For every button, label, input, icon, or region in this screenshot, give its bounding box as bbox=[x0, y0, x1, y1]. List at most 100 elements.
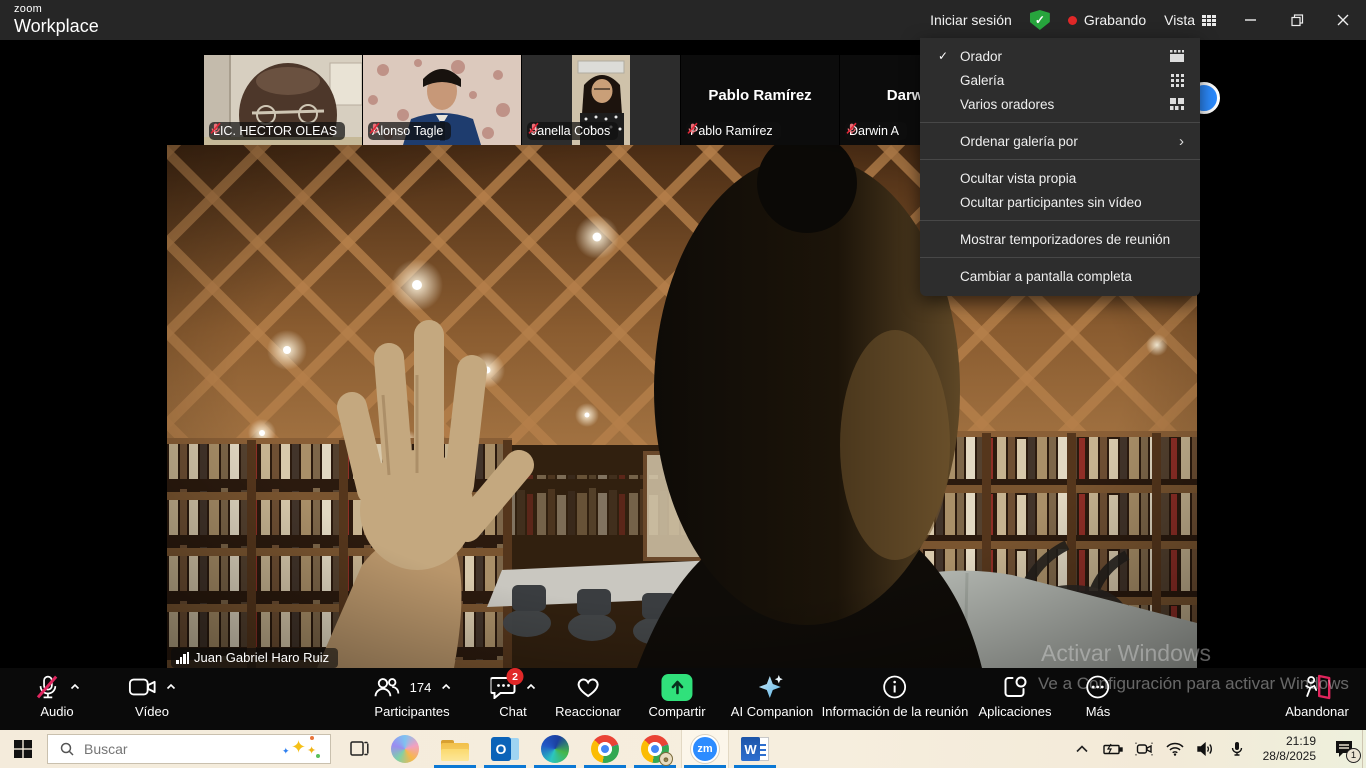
zoom-meeting-window: Juan Gabriel Haro Ruiz Activar Windows V… bbox=[0, 0, 1366, 768]
participants-label: Participantes bbox=[374, 704, 449, 719]
windows-logo-icon bbox=[14, 740, 32, 758]
taskbar-app-chrome-profile[interactable]: ☻ bbox=[631, 730, 679, 768]
taskbar-app-outlook[interactable]: O bbox=[481, 730, 529, 768]
participant-label: Alonso Tagle bbox=[368, 122, 451, 140]
close-button[interactable] bbox=[1320, 0, 1366, 40]
menu-separator bbox=[920, 220, 1200, 221]
system-tray: 21:19 28/8/2025 1 bbox=[1066, 730, 1366, 768]
audio-button[interactable]: Audio bbox=[35, 672, 80, 719]
tray-time: 21:19 bbox=[1252, 734, 1316, 749]
taskbar-app-word[interactable]: W bbox=[731, 730, 779, 768]
menu-item-multi-speaker-view[interactable]: Varios oradores bbox=[920, 92, 1200, 116]
action-center-button[interactable]: 1 bbox=[1322, 730, 1366, 768]
meeting-info-label: Información de la reunión bbox=[822, 704, 969, 719]
camera-in-use-icon[interactable] bbox=[1128, 730, 1159, 768]
muted-mic-icon bbox=[845, 122, 858, 135]
video-button[interactable]: Vídeo bbox=[129, 672, 176, 719]
meeting-info-button[interactable]: Información de la reunión bbox=[822, 672, 969, 719]
search-icon bbox=[60, 742, 74, 756]
search-input[interactable] bbox=[84, 741, 282, 757]
edge-icon bbox=[541, 735, 569, 763]
speaker-view-icon bbox=[1170, 50, 1184, 62]
copilot-icon bbox=[391, 735, 419, 763]
menu-item-label: Ocultar participantes sin vídeo bbox=[960, 195, 1142, 210]
chat-button[interactable]: 2 Chat bbox=[491, 672, 536, 719]
taskbar-search[interactable]: ✦ ✦ ✦ bbox=[47, 734, 331, 764]
word-icon: W bbox=[741, 736, 769, 762]
window-controls bbox=[1228, 0, 1366, 40]
audio-label: Audio bbox=[40, 704, 73, 719]
menu-item-hide-non-video[interactable]: Ocultar participantes sin vídeo bbox=[920, 190, 1200, 214]
activate-windows-watermark-line1: Activar Windows bbox=[1041, 640, 1211, 667]
chat-label: Chat bbox=[499, 704, 526, 719]
speaker-icon[interactable] bbox=[1190, 730, 1221, 768]
apps-icon bbox=[1002, 675, 1028, 699]
ai-companion-button[interactable]: AI Companion bbox=[731, 672, 813, 719]
menu-item-fullscreen[interactable]: Cambiar a pantalla completa bbox=[920, 264, 1200, 288]
participant-tile-pablo[interactable]: Pablo Ramírez Pablo Ramírez bbox=[681, 55, 839, 145]
tray-expand-button[interactable] bbox=[1066, 730, 1097, 768]
taskbar-app-edge[interactable] bbox=[531, 730, 579, 768]
view-menu-button[interactable]: Vista bbox=[1164, 12, 1216, 28]
zoom-app-icon: zm bbox=[691, 735, 719, 763]
encryption-shield-icon[interactable]: ✓ bbox=[1030, 10, 1050, 30]
react-button[interactable]: Reaccionar bbox=[555, 672, 621, 719]
video-label: Vídeo bbox=[135, 704, 169, 719]
participant-label: LIC. HECTOR OLEAS bbox=[209, 122, 345, 140]
active-speaker-label: Juan Gabriel Haro Ruiz bbox=[171, 648, 338, 668]
minimize-button[interactable] bbox=[1228, 0, 1274, 40]
menu-item-sort-gallery[interactable]: Ordenar galería por › bbox=[920, 129, 1200, 153]
recording-indicator[interactable]: Grabando bbox=[1068, 12, 1146, 28]
menu-item-show-timers[interactable]: Mostrar temporizadores de reunión bbox=[920, 227, 1200, 251]
audio-level-icon bbox=[176, 652, 189, 664]
participant-name: Janella Cobos bbox=[531, 124, 610, 138]
profile-avatar-badge: ☻ bbox=[659, 752, 673, 766]
audio-options-chevron[interactable] bbox=[71, 684, 80, 690]
chat-options-chevron[interactable] bbox=[527, 684, 536, 690]
participant-tile-alonso[interactable]: Alonso Tagle bbox=[363, 55, 521, 145]
battery-icon[interactable] bbox=[1097, 730, 1128, 768]
participant-name: LIC. HECTOR OLEAS bbox=[213, 124, 337, 138]
search-highlights-icon[interactable]: ✦ ✦ ✦ bbox=[282, 736, 322, 762]
participant-tile-hector[interactable]: LIC. HECTOR OLEAS bbox=[204, 55, 362, 145]
active-speaker-name: Juan Gabriel Haro Ruiz bbox=[194, 650, 329, 665]
menu-item-speaker-view[interactable]: ✓ Orador bbox=[920, 44, 1200, 68]
submenu-arrow-icon: › bbox=[1179, 133, 1184, 150]
start-button[interactable] bbox=[12, 738, 34, 760]
share-button[interactable]: Compartir bbox=[648, 672, 705, 719]
taskbar-app-explorer[interactable] bbox=[431, 730, 479, 768]
participants-icon bbox=[374, 675, 400, 699]
muted-mic-icon bbox=[35, 673, 61, 701]
menu-separator bbox=[920, 159, 1200, 160]
menu-item-label: Ordenar galería por bbox=[960, 134, 1078, 149]
recording-dot-icon bbox=[1068, 16, 1077, 25]
participants-options-chevron[interactable] bbox=[441, 684, 450, 690]
notification-count-badge: 1 bbox=[1346, 748, 1361, 763]
participant-tile-janella[interactable]: Janella Cobos bbox=[522, 55, 680, 145]
microphone-tray-icon[interactable] bbox=[1221, 730, 1252, 768]
view-grid-icon bbox=[1202, 15, 1216, 26]
ai-sparkle-icon bbox=[758, 674, 786, 700]
menu-item-label: Varios oradores bbox=[960, 97, 1054, 112]
tray-clock[interactable]: 21:19 28/8/2025 bbox=[1252, 734, 1322, 764]
show-desktop-button[interactable] bbox=[1362, 730, 1366, 768]
check-icon: ✓ bbox=[938, 49, 948, 63]
view-dropdown-menu: ✓ Orador Galería Varios oradores Ordenar… bbox=[920, 38, 1200, 296]
menu-item-hide-self-view[interactable]: Ocultar vista propia bbox=[920, 166, 1200, 190]
participant-name: Alonso Tagle bbox=[372, 124, 443, 138]
recording-label: Grabando bbox=[1084, 12, 1146, 28]
taskbar-app-zoom[interactable]: zm bbox=[681, 730, 729, 768]
participant-filmstrip: LIC. HECTOR OLEAS bbox=[204, 55, 998, 145]
taskbar-app-copilot[interactable] bbox=[381, 730, 429, 768]
restore-button[interactable] bbox=[1274, 0, 1320, 40]
participants-button[interactable]: 174 Participantes bbox=[374, 672, 451, 719]
video-options-chevron[interactable] bbox=[167, 684, 176, 690]
menu-item-gallery-view[interactable]: Galería bbox=[920, 68, 1200, 92]
wifi-icon[interactable] bbox=[1159, 730, 1190, 768]
more-label: Más bbox=[1086, 704, 1111, 719]
info-icon bbox=[883, 675, 907, 699]
sign-in-button[interactable]: Iniciar sesión bbox=[930, 12, 1012, 28]
zoom-workplace-logo: zoom Workplace bbox=[14, 4, 99, 35]
task-view-button[interactable] bbox=[350, 739, 369, 763]
taskbar-app-chrome[interactable] bbox=[581, 730, 629, 768]
